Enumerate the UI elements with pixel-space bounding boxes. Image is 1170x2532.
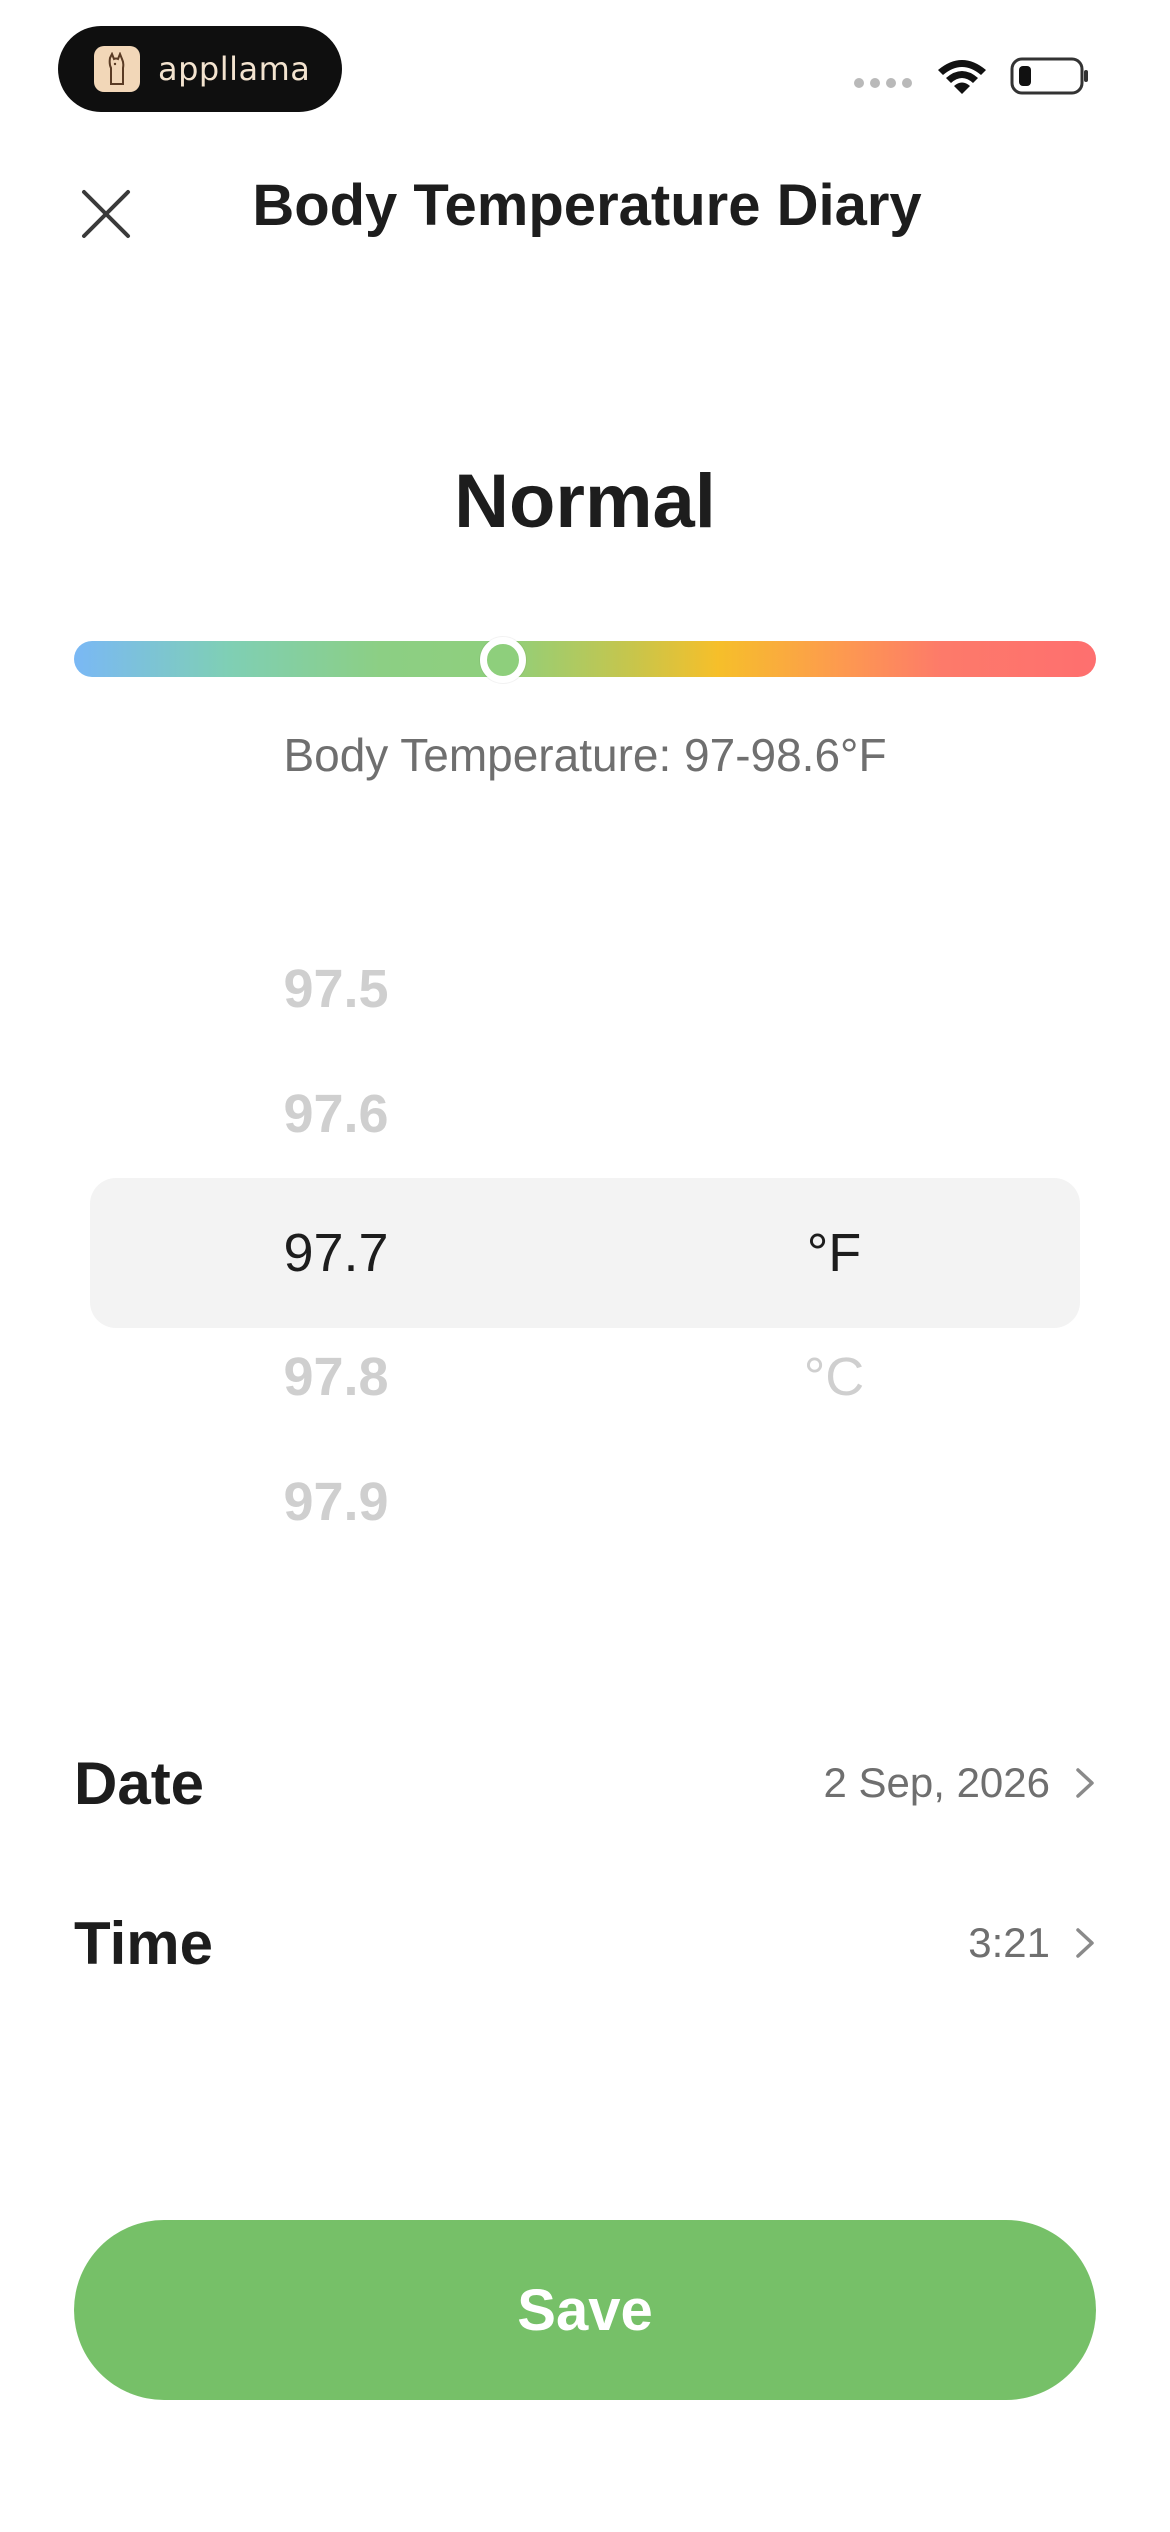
brand-name: appllama	[158, 50, 311, 88]
time-row[interactable]: Time 3:21	[74, 1888, 1096, 1998]
temperature-scale-indicator	[480, 637, 527, 683]
date-value: 2 Sep, 2026	[823, 1759, 1050, 1806]
wifi-icon	[938, 60, 986, 94]
chevron-right-icon	[1076, 1768, 1094, 1798]
picker-value[interactable]: 97.5	[186, 958, 486, 1020]
picker-value[interactable]: 97.6	[186, 1083, 486, 1145]
picker-value-selected[interactable]: 97.7	[186, 1222, 486, 1284]
date-label: Date	[74, 1749, 205, 1817]
time-value: 3:21	[968, 1919, 1050, 1966]
status-heading: Normal	[454, 459, 716, 544]
brand-pill: appllama	[58, 26, 342, 112]
chevron-right-icon	[1076, 1928, 1094, 1958]
cellular-signal-icon	[854, 78, 912, 88]
temperature-scale	[74, 641, 1096, 677]
system-status	[854, 56, 1090, 96]
picker-value[interactable]: 97.8	[186, 1346, 486, 1408]
date-row[interactable]: Date 2 Sep, 2026	[74, 1728, 1096, 1838]
unit-option-selected[interactable]: °F	[684, 1222, 984, 1284]
save-button[interactable]: Save	[74, 2220, 1096, 2400]
screen: appllama Body Temperature Diary Normal B…	[0, 0, 1170, 2532]
picker-value[interactable]: 97.9	[186, 1471, 486, 1533]
unit-option[interactable]: °C	[684, 1346, 984, 1408]
llama-logo-icon	[94, 46, 140, 92]
page-title: Body Temperature Diary	[252, 173, 922, 238]
battery-icon	[1010, 57, 1088, 95]
range-label: Body Temperature: 97-98.6°F	[283, 729, 887, 781]
time-label: Time	[74, 1909, 213, 1977]
